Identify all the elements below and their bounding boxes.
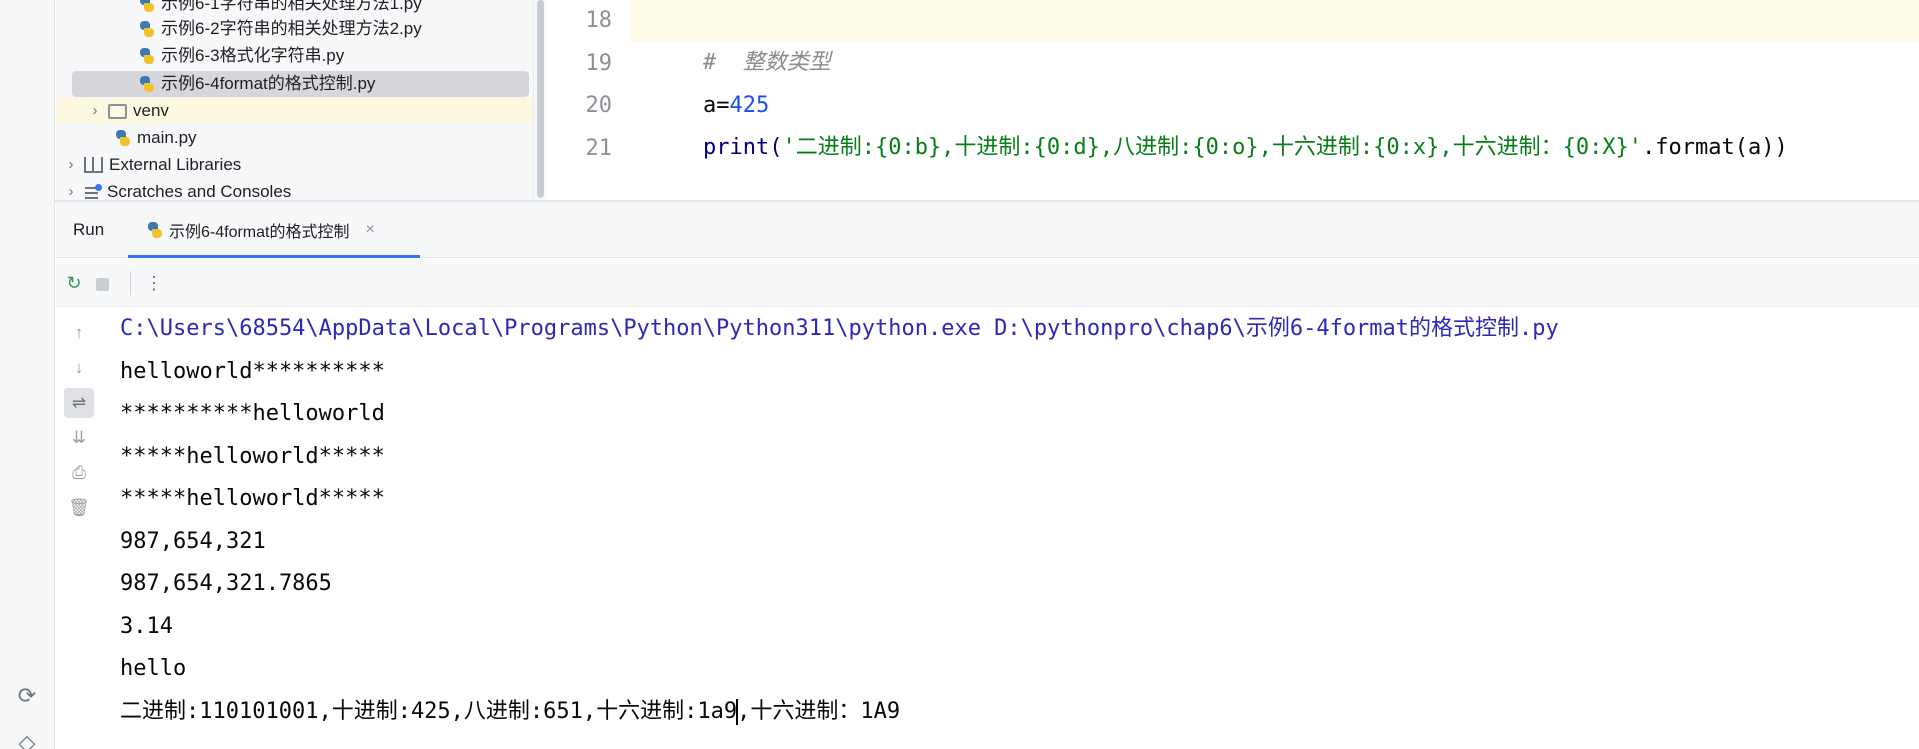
line-number: 18 (585, 8, 613, 33)
tree-item-label: 示例6-2字符串的相关处理方法2.py (161, 19, 422, 38)
more-options-icon[interactable]: ⋮ (142, 271, 166, 295)
toolbar-separator (130, 271, 131, 295)
tree-item-label: External Libraries (109, 155, 242, 174)
console-output-line: 987,654,321.7865 (120, 571, 332, 596)
code-call: .format(a)) (1642, 135, 1788, 160)
print-icon[interactable]: ⎙ (64, 458, 94, 488)
scroll-up-icon[interactable]: ↑ (64, 318, 94, 348)
python-console-icon[interactable]: ⟳ (14, 683, 40, 709)
code-string: '二进制:{0:b},十进制:{0:d},八进制:{0:o},十六进制:{0:x… (782, 135, 1643, 160)
folder-icon (108, 103, 127, 119)
tree-item-scratches[interactable]: › Scratches and Consoles (62, 179, 292, 200)
run-tab-label: 示例6-4format的格式控制 (169, 224, 350, 241)
tree-item-label: 示例6-1字符串的相关处理方法1.py (161, 0, 422, 13)
tree-item-file-selected[interactable]: 示例6-4format的格式控制.py (72, 71, 529, 97)
run-tab[interactable]: 示例6-4format的格式控制 × (128, 202, 420, 258)
trash-icon[interactable]: 🗑 (64, 493, 94, 523)
console-side-toolbar: ↑ ↓ ⇌ ⇊ ⎙ 🗑 (56, 308, 102, 749)
project-tree: 示例6-1字符串的相关处理方法1.py 示例6-2字符串的相关处理方法2.py … (56, 0, 533, 200)
console-command-line: C:\Users\68554\AppData\Local\Programs\Py… (120, 316, 1559, 341)
python-file-icon (138, 0, 156, 13)
tree-item-label: 示例6-3格式化字符串.py (161, 46, 345, 65)
tree-item-label: venv (133, 101, 169, 120)
code-line-19[interactable]: a=425 (650, 43, 769, 118)
console-output-line: *****helloworld***** (120, 444, 385, 469)
run-toolbar: ↻ ⋮ (56, 259, 1919, 307)
tree-item-label: 示例6-4format的格式控制.py (161, 74, 376, 93)
console-output[interactable]: C:\Users\68554\AppData\Local\Programs\Py… (102, 308, 1919, 749)
console-output-line: 3.14 (120, 614, 173, 639)
python-file-icon (138, 47, 156, 65)
tree-item-external-libraries[interactable]: › External Libraries (62, 152, 242, 178)
scratches-icon (84, 184, 102, 200)
console-output-line: hello (120, 656, 187, 681)
line-number: 21 (585, 136, 613, 161)
python-file-icon (114, 129, 132, 147)
code-line-20[interactable]: print('二进制:{0:b},十进制:{0:d},八进制:{0:o},十六进… (650, 85, 1788, 160)
scrollbar-thumb[interactable] (537, 0, 544, 198)
line-number: 20 (585, 93, 613, 118)
soft-wrap-icon[interactable]: ⇌ (64, 388, 94, 418)
console-output-line: **********helloworld (120, 401, 385, 426)
scroll-to-end-icon[interactable]: ⇊ (64, 423, 94, 453)
console-output-line: helloworld********** (120, 359, 385, 384)
console-output-text: ,十六进制：1A9 (737, 699, 901, 724)
left-tool-strip: ⟳ ◇ (0, 0, 55, 749)
scroll-down-icon[interactable]: ↓ (64, 353, 94, 383)
tree-item-file[interactable]: 示例6-2字符串的相关处理方法2.py (138, 16, 422, 42)
tree-item-label: Scratches and Consoles (107, 182, 292, 200)
chevron-right-icon[interactable]: › (62, 179, 80, 200)
editor-gutter: 18 19 20 21 (548, 0, 630, 200)
tree-item-file[interactable]: main.py (114, 125, 197, 151)
library-icon (84, 157, 103, 173)
run-panel-title[interactable]: Run (73, 202, 104, 258)
stop-icon[interactable] (90, 271, 114, 295)
run-panel-header: Run 示例6-4format的格式控制 × (56, 202, 1919, 258)
tree-item-label: main.py (137, 128, 197, 147)
python-file-icon (138, 75, 156, 93)
close-icon[interactable]: × (365, 221, 374, 239)
console-output-line: 二进制:110101001,十进制:425,八进制:651,十六进制:1a9,十… (120, 691, 900, 733)
active-tab-indicator (128, 255, 420, 258)
code-editor[interactable]: 18 19 20 21 # 整数类型 a=425 print('二进制:{0:b… (548, 0, 1919, 200)
console-output-line: 987,654,321 (120, 529, 266, 554)
console-output-line: *****helloworld***** (120, 486, 385, 511)
code-line-18[interactable]: # 整数类型 (650, 0, 831, 75)
project-tree-scrollbar[interactable] (533, 0, 547, 200)
tree-item-file[interactable]: 示例6-3格式化字符串.py (138, 43, 344, 69)
chevron-right-icon[interactable]: › (62, 152, 80, 178)
python-file-icon (138, 20, 156, 38)
tree-item-file[interactable]: 示例6-1字符串的相关处理方法1.py (138, 0, 422, 17)
tree-item-venv[interactable]: › venv (56, 98, 533, 124)
python-file-icon (146, 221, 164, 239)
code-function: print( (702, 135, 783, 160)
chevron-right-icon[interactable]: › (86, 98, 104, 124)
layers-icon[interactable]: ◇ (14, 730, 40, 749)
line-number: 19 (585, 51, 613, 76)
rerun-icon[interactable]: ↻ (62, 271, 86, 295)
console-output-text: 二进制:110101001,十进制:425,八进制:651,十六进制:1a9 (120, 699, 738, 724)
